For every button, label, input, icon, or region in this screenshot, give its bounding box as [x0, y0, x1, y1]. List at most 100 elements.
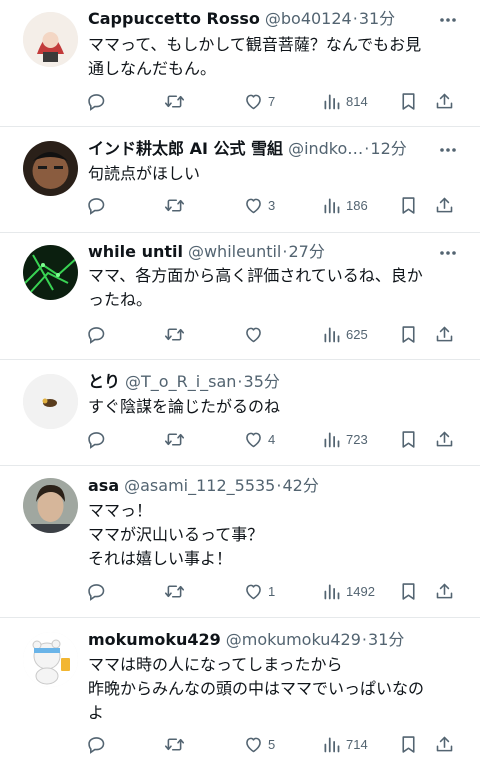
more-icon[interactable]	[436, 8, 460, 32]
timestamp[interactable]: 35分	[244, 370, 280, 394]
heart-icon	[246, 327, 261, 342]
tweet-text: ママは時の人になってしまったから 昨晩からみんなの頭の中はママでいっぱいなの よ	[88, 655, 425, 722]
handle[interactable]: @mokumoku429	[226, 628, 361, 652]
like-button[interactable]: 7	[243, 88, 275, 114]
retweet-button[interactable]	[164, 192, 185, 218]
like-button[interactable]: 5	[243, 731, 275, 757]
reply-button[interactable]	[86, 88, 107, 114]
handle[interactable]: @asami_112_5535	[124, 474, 275, 498]
action-bar: 7 814	[0, 88, 480, 114]
views-button[interactable]: 814	[321, 88, 368, 114]
view-count: 714	[346, 736, 368, 752]
views-button[interactable]: 723	[321, 426, 368, 452]
timestamp[interactable]: 42分	[282, 474, 318, 498]
display-name[interactable]: インド耕太郎 AI 公式 雪組	[88, 137, 283, 161]
share-button[interactable]	[434, 578, 455, 604]
share-button[interactable]	[434, 426, 455, 452]
reply-button[interactable]	[86, 426, 107, 452]
tweet[interactable]: とり @T_o_R_i_san · 35分 すぐ陰謀を論じたがるのね 4 723	[0, 360, 480, 466]
handle[interactable]: @indko…	[288, 137, 363, 161]
bookmark-icon	[402, 196, 415, 214]
tweet-text: ママって、もしかして観音菩薩？なんでもお見 通しなんだもん。	[88, 35, 422, 78]
share-button[interactable]	[434, 192, 455, 218]
share-button[interactable]	[434, 88, 455, 114]
retweet-button[interactable]	[164, 578, 185, 604]
retweet-icon	[164, 94, 185, 108]
tweet-text: ママっ！ ママが沢山いるって事？ それは嬉しい事よ！	[88, 501, 264, 568]
bookmark-button[interactable]	[398, 88, 419, 114]
reply-icon	[88, 583, 105, 601]
bookmark-icon	[402, 430, 415, 448]
heart-icon	[246, 737, 261, 752]
views-button[interactable]: 186	[321, 192, 368, 218]
timestamp[interactable]: 31分	[368, 628, 404, 652]
like-button[interactable]	[243, 321, 268, 347]
bookmark-button[interactable]	[398, 731, 419, 757]
retweet-button[interactable]	[164, 731, 185, 757]
tweet-header: while until @whileuntil · 27分	[88, 240, 460, 264]
retweet-button[interactable]	[164, 321, 185, 347]
avatar[interactable]	[23, 632, 78, 687]
avatar[interactable]	[23, 141, 78, 196]
more-icon[interactable]	[436, 138, 460, 162]
display-name[interactable]: とり	[88, 370, 120, 394]
display-name[interactable]: asa	[88, 474, 119, 498]
bookmark-icon	[402, 92, 415, 110]
tweet-header: mokumoku429 @mokumoku429 · 31分	[88, 628, 460, 652]
separator: ·	[364, 139, 370, 158]
retweet-icon	[164, 198, 185, 212]
views-button[interactable]: 714	[321, 731, 368, 757]
retweet-button[interactable]	[164, 88, 185, 114]
timestamp[interactable]: 27分	[288, 240, 324, 264]
timestamp[interactable]: 31分	[359, 7, 395, 31]
like-count: 7	[268, 93, 276, 109]
reply-button[interactable]	[86, 321, 107, 347]
like-button[interactable]: 4	[243, 426, 275, 452]
handle[interactable]: @bo40124	[265, 7, 352, 31]
display-name[interactable]: mokumoku429	[88, 628, 221, 652]
avatar[interactable]	[23, 478, 78, 533]
timestamp[interactable]: 12分	[370, 137, 406, 161]
retweet-button[interactable]	[164, 426, 185, 452]
tweet[interactable]: インド耕太郎 AI 公式 雪組 @indko… · 12分 句読点がほしい 3 …	[0, 127, 480, 233]
tweet[interactable]: Cappuccetto Rosso @bo40124 · 31分 ママって、もし…	[0, 0, 480, 127]
display-name[interactable]: while until	[88, 240, 183, 264]
handle[interactable]: @T_o_R_i_san	[125, 370, 236, 394]
bookmark-button[interactable]	[398, 426, 419, 452]
views-button[interactable]: 625	[321, 321, 368, 347]
action-bar: 1 1492	[0, 578, 480, 604]
more-icon[interactable]	[436, 241, 460, 265]
display-name[interactable]: Cappuccetto Rosso	[88, 7, 260, 31]
reply-icon	[88, 431, 105, 449]
tweet-header: asa @asami_112_5535 · 42分	[88, 474, 460, 498]
reply-button[interactable]	[86, 731, 107, 757]
view-count: 723	[346, 431, 368, 447]
avatar[interactable]	[23, 245, 78, 300]
tweet[interactable]: mokumoku429 @mokumoku429 · 31分 ママは時の人になっ…	[0, 618, 480, 763]
reply-icon	[88, 736, 105, 754]
tweet-header: Cappuccetto Rosso @bo40124 · 31分	[88, 7, 460, 31]
reply-button[interactable]	[86, 578, 107, 604]
tweet[interactable]: asa @asami_112_5535 · 42分 ママっ！ ママが沢山いるって…	[0, 466, 480, 618]
retweet-icon	[164, 432, 185, 446]
heart-icon	[246, 198, 261, 213]
handle[interactable]: @whileuntil	[188, 240, 281, 264]
view-count: 814	[346, 93, 368, 109]
share-button[interactable]	[434, 321, 455, 347]
share-button[interactable]	[434, 731, 455, 757]
views-icon	[324, 432, 340, 447]
reply-icon	[88, 93, 105, 111]
view-count: 625	[346, 326, 368, 342]
bookmark-button[interactable]	[398, 321, 419, 347]
reply-button[interactable]	[86, 192, 107, 218]
like-button[interactable]: 1	[243, 578, 275, 604]
views-button[interactable]: 1492	[321, 578, 375, 604]
avatar[interactable]	[23, 12, 78, 67]
like-button[interactable]: 3	[243, 192, 275, 218]
bookmark-button[interactable]	[398, 578, 419, 604]
bookmark-icon	[402, 735, 415, 753]
retweet-icon	[164, 584, 185, 598]
tweet[interactable]: while until @whileuntil · 27分 ママ、各方面から高く…	[0, 233, 480, 360]
avatar[interactable]	[23, 374, 78, 429]
bookmark-button[interactable]	[398, 192, 419, 218]
